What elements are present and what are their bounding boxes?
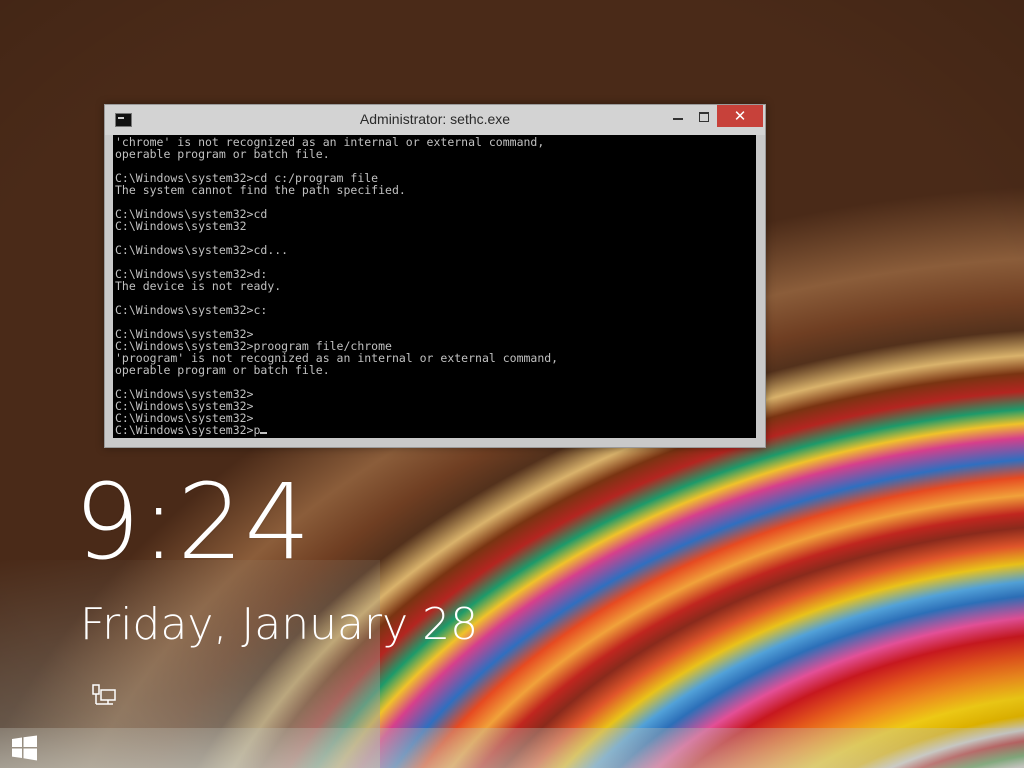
console-scrollbar[interactable] — [756, 135, 764, 438]
lock-screen-date: Friday, January 28 — [80, 599, 479, 650]
maximize-button[interactable] — [691, 107, 717, 127]
close-button[interactable]: ✕ — [717, 105, 763, 127]
network-icon[interactable] — [92, 684, 118, 708]
terminal-output[interactable]: 'chrome' is not recognized as an interna… — [113, 135, 756, 438]
terminal-line: The system cannot find the path specifie… — [115, 183, 406, 197]
terminal-line: The device is not ready. — [115, 279, 282, 293]
text-cursor — [260, 432, 268, 434]
terminal-current-line: C:\Windows\system32>p — [115, 423, 261, 437]
terminal-line: operable program or batch file. — [115, 147, 330, 161]
lock-screen-time: 9:24 — [74, 461, 312, 583]
terminal-line: C:\Windows\system32>cd... — [115, 243, 289, 257]
terminal-text: 'chrome' is not recognized as an interna… — [113, 135, 756, 436]
minimize-button[interactable] — [665, 107, 691, 127]
terminal-line: C:\Windows\system32 — [115, 219, 247, 233]
terminal-history: 'chrome' is not recognized as an interna… — [115, 135, 558, 425]
terminal-line: C:\Windows\system32>c: — [115, 303, 268, 317]
windows-logo-graphic — [12, 735, 37, 761]
windows-logo-icon[interactable] — [10, 735, 40, 761]
bottom-strip — [0, 728, 1024, 768]
console-titlebar[interactable]: Administrator: sethc.exe ✕ — [105, 105, 765, 135]
network-icon-graphic — [92, 684, 116, 705]
terminal-line: operable program or batch file. — [115, 363, 330, 377]
console-window[interactable]: Administrator: sethc.exe ✕ 'chrome' is n… — [104, 104, 766, 448]
